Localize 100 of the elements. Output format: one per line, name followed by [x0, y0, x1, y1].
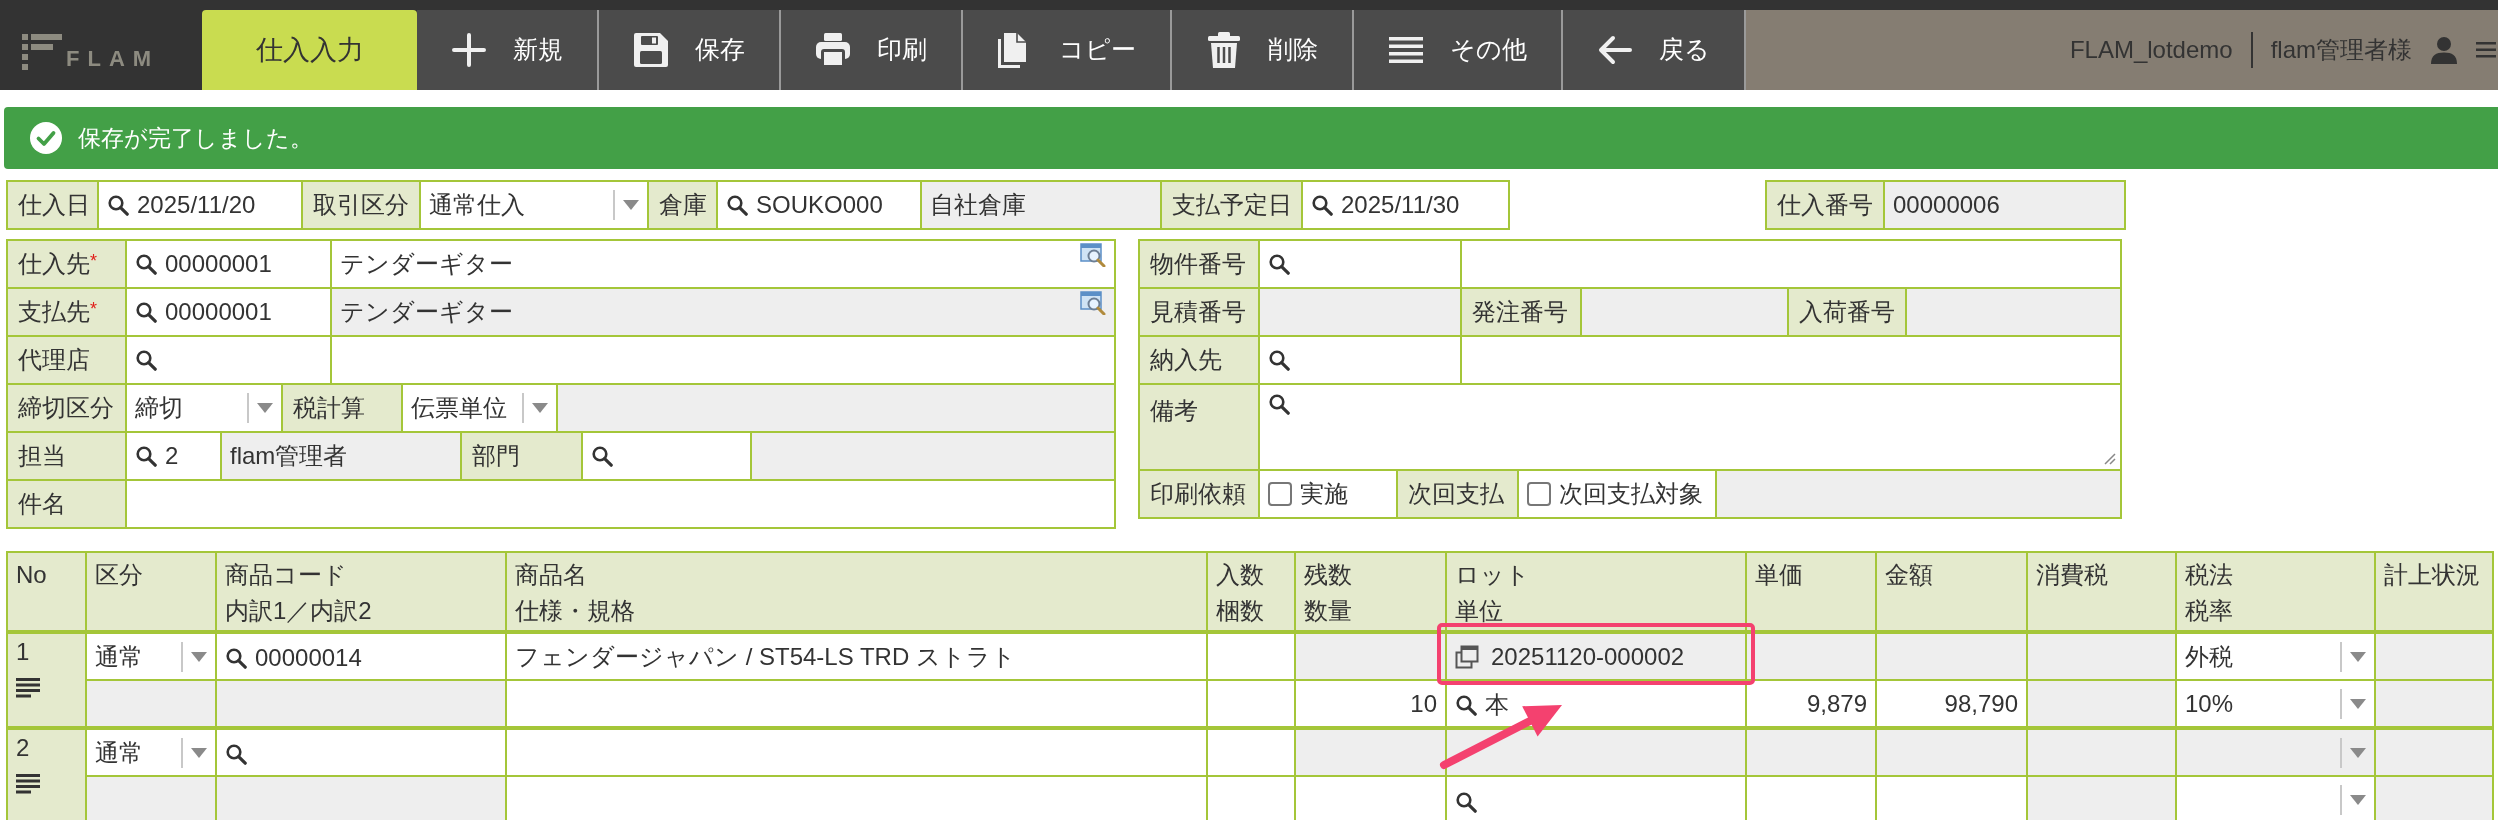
number-field[interactable]: 10 — [1295, 680, 1446, 728]
column-label: 税率 — [2185, 596, 2234, 626]
input-field[interactable] — [1207, 776, 1295, 820]
column-label: 商品コード — [225, 560, 348, 590]
search-icon[interactable] — [225, 647, 247, 670]
input-field[interactable] — [1207, 728, 1295, 776]
search-icon[interactable] — [135, 253, 157, 275]
user-name: flam管理者様 — [2270, 35, 2412, 65]
input-field[interactable] — [506, 776, 1207, 820]
select-field[interactable]: 10% — [2176, 680, 2375, 728]
field-label: 支払先* — [8, 289, 127, 335]
number-field[interactable]: 98,790 — [1876, 680, 2027, 728]
more-button[interactable]: その他 — [1354, 10, 1563, 90]
copy-button[interactable]: コピー — [963, 10, 1172, 90]
input-field[interactable] — [506, 680, 1207, 728]
search-icon[interactable] — [225, 743, 247, 766]
search-icon[interactable] — [591, 445, 613, 467]
number-field[interactable] — [1295, 776, 1446, 820]
row-number: 2 — [16, 733, 31, 763]
field-label: 税計算 — [283, 385, 403, 431]
column-label: 区分 — [95, 560, 144, 590]
printer-icon[interactable] — [815, 32, 851, 68]
window-search-icon[interactable] — [1080, 243, 1106, 267]
select-field[interactable]: 通常 — [86, 728, 216, 776]
caret-icon[interactable] — [2350, 651, 2366, 662]
logo-text: FLAM — [66, 48, 160, 70]
field-label: 印刷依頼 — [1140, 471, 1260, 517]
column-label: 消費税 — [2036, 560, 2109, 590]
search-icon[interactable] — [1455, 694, 1477, 717]
search-icon[interactable] — [135, 349, 157, 371]
field-label: 部門 — [462, 433, 583, 479]
menu-icon[interactable] — [2476, 41, 2496, 59]
new-button[interactable]: 新規 — [417, 10, 599, 90]
plus-icon[interactable] — [451, 32, 487, 68]
select-field[interactable] — [2176, 776, 2375, 820]
input-field[interactable] — [506, 728, 1207, 776]
number-field[interactable] — [1746, 776, 1876, 820]
trash-icon[interactable] — [1206, 32, 1242, 68]
column-label: 残数 — [1304, 560, 1353, 590]
back-button[interactable]: 戻る — [1563, 10, 1746, 90]
number-field[interactable]: 9,879 — [1746, 680, 1876, 728]
input-field[interactable]: フェンダージャパン / ST54-LS TRD ストラト — [506, 632, 1207, 680]
field-label: 代理店 — [8, 337, 127, 383]
lot-field[interactable]: 20251120-000002 — [1446, 632, 1746, 680]
input-field[interactable] — [1207, 680, 1295, 728]
print-button[interactable]: 印刷 — [781, 10, 963, 90]
field-label: 入荷番号 — [1789, 289, 1907, 335]
number-field[interactable] — [1876, 776, 2027, 820]
caret-icon[interactable] — [257, 403, 273, 413]
column-label: 計上状況 — [2384, 560, 2481, 590]
column-label: 単位 — [1455, 596, 1504, 626]
column-label: 内訳1／内訳2 — [225, 596, 373, 626]
search-icon[interactable] — [1268, 253, 1290, 275]
input-field[interactable] — [1207, 632, 1295, 680]
caret-icon[interactable] — [532, 403, 548, 413]
field-label: 発注番号 — [1462, 289, 1582, 335]
field-label: 見積番号 — [1140, 289, 1260, 335]
checkbox[interactable] — [1527, 482, 1551, 506]
delete-button[interactable]: 削除 — [1172, 10, 1354, 90]
window-search-icon[interactable] — [1080, 291, 1106, 315]
logo-mark-icon — [22, 34, 62, 70]
check-circle-icon — [30, 122, 62, 154]
caret-icon[interactable] — [191, 651, 207, 662]
checkbox[interactable] — [1268, 482, 1292, 506]
field-label: 備考 — [1140, 385, 1260, 469]
search-icon[interactable] — [135, 445, 157, 467]
column-label: ロット — [1455, 560, 1531, 590]
row-menu-icon[interactable] — [16, 677, 40, 698]
column-label: 単価 — [1755, 560, 1804, 590]
person-icon[interactable] — [2430, 36, 2458, 64]
caret-icon[interactable] — [2350, 698, 2366, 709]
column-label: 税法 — [2185, 560, 2234, 590]
message-text: 保存が完了しました。 — [78, 123, 313, 153]
save-button[interactable]: 保存 — [599, 10, 781, 90]
field-label: 締切区分 — [8, 385, 127, 431]
company-name: FLAM_lotdemo — [2069, 35, 2233, 65]
row-menu-icon[interactable] — [16, 773, 40, 794]
search-icon[interactable] — [135, 301, 157, 323]
search-icon[interactable] — [1455, 790, 1477, 813]
caret-icon[interactable] — [191, 747, 207, 758]
field-label: 担当 — [8, 433, 127, 479]
checkbox-label: 次回支払対象 — [1559, 479, 1703, 509]
stacked-windows-icon[interactable] — [1455, 644, 1479, 669]
select-field[interactable]: 通常 — [86, 632, 216, 680]
column-label: 梱数 — [1216, 596, 1265, 626]
lookup-field[interactable]: 本 — [1455, 691, 1509, 720]
select-field[interactable]: 外税 — [2176, 632, 2375, 680]
column-label: 仕様・規格 — [515, 596, 636, 626]
resize-grip-icon[interactable] — [2102, 451, 2116, 465]
search-icon[interactable] — [1268, 393, 1290, 415]
field-label: 納入先 — [1140, 337, 1260, 383]
field-label: 件名 — [8, 481, 127, 527]
column-label: No — [16, 560, 48, 590]
caret-icon[interactable] — [2350, 795, 2366, 805]
screen-title: 仕入入力 — [202, 10, 417, 90]
search-icon[interactable] — [1268, 349, 1290, 371]
field-label: 物件番号 — [1140, 241, 1260, 287]
column-label: 金額 — [1885, 560, 1934, 590]
column-label: 入数 — [1216, 560, 1265, 590]
column-label: 商品名 — [515, 560, 588, 590]
